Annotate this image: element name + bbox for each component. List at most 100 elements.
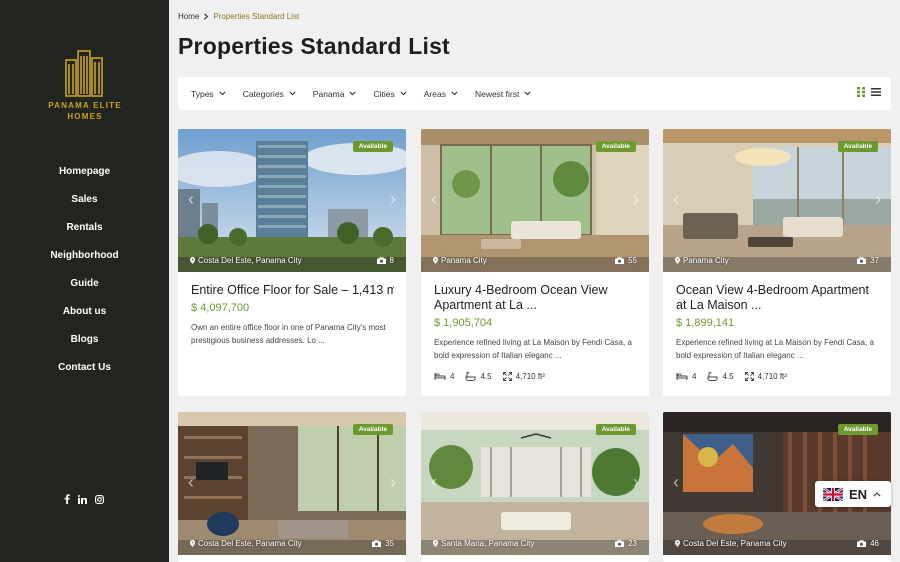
next-image-icon[interactable]: › bbox=[633, 189, 639, 210]
property-title[interactable]: Luxury 4-Bedroom Ocean View Apartment at… bbox=[434, 283, 637, 313]
filter-types[interactable]: Types bbox=[191, 89, 226, 99]
status-badge: Available bbox=[837, 141, 878, 152]
property-image[interactable]: ‹ › Available Panama City 55 bbox=[421, 129, 649, 272]
prev-image-icon[interactable]: ‹ bbox=[188, 189, 194, 210]
prev-image-icon[interactable]: ‹ bbox=[673, 189, 679, 210]
photo-count: 8 bbox=[376, 256, 394, 265]
nav-sales[interactable]: Sales bbox=[0, 191, 169, 219]
breadcrumb-home[interactable]: Home bbox=[178, 12, 199, 21]
bed-icon bbox=[676, 373, 688, 380]
bathtub-icon bbox=[465, 372, 476, 381]
breadcrumb: Home Properties Standard List bbox=[178, 12, 299, 21]
area-value: 4,710 ft² bbox=[757, 372, 787, 381]
area: 4,710 ft² bbox=[502, 372, 545, 381]
list-view-icon[interactable] bbox=[871, 87, 881, 97]
property-features: 4 4.5 4,710 ft² bbox=[434, 372, 637, 381]
filter-label: Areas bbox=[423, 88, 446, 99]
photo-count-value: 8 bbox=[389, 256, 394, 265]
filter-areas[interactable]: Areas bbox=[424, 89, 458, 99]
property-card[interactable]: ‹ › Available Panama City 37 Ocean View … bbox=[663, 129, 891, 396]
filter-label: Panama bbox=[312, 88, 345, 99]
facebook-icon[interactable] bbox=[64, 494, 70, 504]
chevron-down-icon bbox=[400, 91, 407, 96]
property-card[interactable]: ‹ › Available Costa Del Este, Panama Cit… bbox=[178, 129, 406, 396]
location-label: Costa Del Este, Panama City bbox=[190, 256, 302, 265]
property-card[interactable]: ‹ › Available Panama City 55 Luxury 4-Be… bbox=[421, 129, 649, 396]
chevron-up-icon bbox=[873, 491, 881, 497]
social-links bbox=[64, 494, 104, 504]
language-switcher[interactable]: EN bbox=[815, 481, 891, 507]
bedrooms-value: 4 bbox=[692, 372, 697, 381]
breadcrumb-current: Properties Standard List bbox=[213, 12, 300, 21]
property-features: 4 4.5 4,710 ft² bbox=[676, 372, 879, 381]
photo-count-value: 37 bbox=[870, 256, 879, 265]
chevron-down-icon bbox=[219, 91, 226, 96]
status-badge: Available bbox=[837, 424, 878, 435]
property-image[interactable]: ‹ › Available Costa Del Este, Panama Cit… bbox=[178, 129, 406, 272]
camera-icon bbox=[615, 257, 625, 264]
map-pin-icon bbox=[190, 540, 195, 547]
nav-blogs[interactable]: Blogs bbox=[0, 331, 169, 359]
photo-count-value: 46 bbox=[870, 539, 879, 548]
nav-homepage[interactable]: Homepage bbox=[0, 163, 169, 191]
bed-icon bbox=[434, 373, 446, 380]
photo-count: 46 bbox=[857, 539, 879, 548]
nav-about-us[interactable]: About us bbox=[0, 303, 169, 331]
photo-count-value: 23 bbox=[628, 539, 637, 548]
location-text: Costa Del Este, Panama City bbox=[198, 256, 302, 265]
brand-logo[interactable]: PANAMA ELITE HOMES bbox=[44, 48, 126, 122]
photo-count-value: 35 bbox=[385, 539, 394, 548]
status-badge: Available bbox=[595, 141, 636, 152]
filter-cities[interactable]: Cities bbox=[373, 88, 407, 99]
uk-flag-icon bbox=[823, 487, 843, 501]
brand-name-line1: PANAMA ELITE bbox=[48, 101, 122, 110]
nav-rentals[interactable]: Rentals bbox=[0, 219, 169, 247]
next-image-icon[interactable]: › bbox=[390, 472, 396, 493]
location-label: Costa Del Este, Panama City bbox=[675, 539, 787, 548]
grid-view-icon[interactable] bbox=[857, 87, 865, 97]
next-image-icon[interactable]: › bbox=[875, 189, 881, 210]
prev-image-icon[interactable]: ‹ bbox=[673, 472, 679, 493]
nav-neighborhood[interactable]: Neighborhood bbox=[0, 247, 169, 275]
view-toggle bbox=[857, 87, 881, 97]
prev-image-icon[interactable]: ‹ bbox=[431, 472, 437, 493]
property-image[interactable]: ‹ › Available Panama City 37 bbox=[663, 129, 891, 272]
chevron-down-icon bbox=[289, 91, 296, 96]
property-card[interactable]: ‹ › Available Costa Del Este, Panama Cit… bbox=[178, 412, 406, 562]
prev-image-icon[interactable]: ‹ bbox=[188, 472, 194, 493]
photo-count-value: 55 bbox=[628, 256, 637, 265]
property-description: Experience refined living at La Maison b… bbox=[676, 338, 874, 360]
property-price: $ 1,905,704 bbox=[434, 317, 493, 329]
location-text: Panama City bbox=[441, 256, 487, 265]
area-expand-icon bbox=[744, 372, 754, 381]
map-pin-icon bbox=[675, 257, 680, 264]
property-image[interactable]: ‹ › Available Santa Maria, Panama City 2… bbox=[421, 412, 649, 555]
next-image-icon[interactable]: › bbox=[390, 189, 396, 210]
map-pin-icon bbox=[433, 257, 438, 264]
nav-guide[interactable]: Guide bbox=[0, 275, 169, 303]
linkedin-icon[interactable] bbox=[78, 494, 87, 504]
map-pin-icon bbox=[675, 540, 680, 547]
sort-dropdown[interactable]: Newest first bbox=[475, 89, 531, 99]
property-description: Experience refined living at La Maison b… bbox=[434, 338, 632, 360]
filter-panama[interactable]: Panama bbox=[313, 89, 357, 99]
filter-label: Types bbox=[191, 88, 214, 99]
map-pin-icon bbox=[433, 540, 438, 547]
property-image[interactable]: ‹ › Available Costa Del Este, Panama Cit… bbox=[178, 412, 406, 555]
instagram-icon[interactable] bbox=[95, 494, 104, 504]
prev-image-icon[interactable]: ‹ bbox=[431, 189, 437, 210]
next-image-icon[interactable]: › bbox=[633, 472, 639, 493]
property-card[interactable]: ‹ › Available Santa Maria, Panama City 2… bbox=[421, 412, 649, 562]
area-expand-icon bbox=[502, 372, 512, 381]
filter-label: Cities bbox=[373, 88, 395, 99]
bathrooms-value: 4.5 bbox=[722, 372, 734, 381]
chevron-down-icon bbox=[349, 91, 357, 96]
property-title[interactable]: Entire Office Floor for Sale – 1,413 m..… bbox=[191, 283, 394, 298]
area: 4,710 ft² bbox=[744, 372, 787, 381]
filter-categories[interactable]: Categories bbox=[243, 89, 296, 99]
location-text: Costa Del Este, Panama City bbox=[683, 539, 787, 548]
nav-contact-us[interactable]: Contact Us bbox=[0, 359, 169, 387]
bathtub-icon bbox=[707, 372, 718, 381]
photo-count: 37 bbox=[857, 256, 879, 265]
property-title[interactable]: Ocean View 4-Bedroom Apartment at La Mai… bbox=[676, 283, 879, 313]
